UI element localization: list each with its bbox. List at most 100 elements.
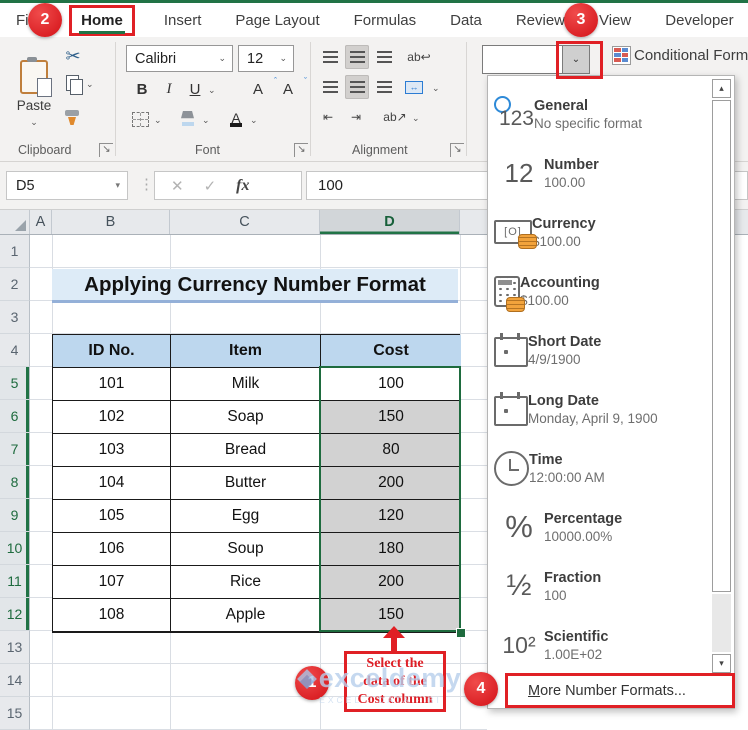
copy-button[interactable] [66,75,83,95]
format-option-short-date[interactable]: Short Date 4/9/1900 [494,321,692,379]
cell-B5[interactable]: 101 [53,368,171,401]
chevron-down-icon[interactable]: ⌄ [86,79,94,90]
merge-center-button[interactable]: ↔ [402,75,426,99]
select-all-button[interactable] [0,210,30,234]
fill-handle[interactable] [456,628,466,638]
cell-B10[interactable]: 106 [53,533,171,566]
row-header-5[interactable]: 5 [0,367,30,400]
cell-C12[interactable]: Apple [171,599,321,632]
cell-D8[interactable]: 200 [321,467,461,500]
row-header-11[interactable]: 11 [0,565,30,598]
cell-D11[interactable]: 200 [321,566,461,599]
cell-D10[interactable]: 180 [321,533,461,566]
table-header-item[interactable]: Item [171,335,321,368]
align-top-button[interactable] [318,45,342,69]
cell-B6[interactable]: 102 [53,401,171,434]
enter-button[interactable]: ✓ [204,177,217,195]
tab-page-layout[interactable]: Page Layout [233,8,321,33]
tab-data[interactable]: Data [448,8,484,33]
tab-insert[interactable]: Insert [162,8,204,33]
cell-C6[interactable]: Soap [171,401,321,434]
cell-B9[interactable]: 105 [53,500,171,533]
scrollbar-thumb[interactable] [712,100,731,592]
borders-button[interactable] [128,107,152,131]
format-option-number[interactable]: Number100.00 [494,144,692,202]
alignment-dialog-launcher[interactable]: ↘ [450,143,464,157]
table-header-cost[interactable]: Cost [321,335,461,368]
scroll-down-button[interactable]: ▾ [712,654,731,673]
chevron-down-icon[interactable]: ⌄ [202,115,210,126]
cell-C10[interactable]: Soup [171,533,321,566]
chevron-down-icon[interactable]: ⌄ [154,115,162,126]
cell-C8[interactable]: Butter [171,467,321,500]
row-header-3[interactable]: 3 [0,301,30,334]
name-box[interactable]: D5 ▾ [6,171,128,200]
cell-D9[interactable]: 120 [321,500,461,533]
align-left-button[interactable] [318,75,342,99]
row-header-10[interactable]: 10 [0,532,30,565]
column-header-a[interactable]: A [30,210,52,234]
row-header-1[interactable]: 1 [0,235,30,268]
cell-C9[interactable]: Egg [171,500,321,533]
cut-button[interactable]: ✂ [62,45,84,67]
cell-D5[interactable]: 100 [321,368,461,401]
number-format-combobox[interactable]: ⌄ [482,45,590,74]
format-option-time[interactable]: Time 12:00:00 AM [494,439,692,497]
cell-B12[interactable]: 108 [53,599,171,632]
align-bottom-button[interactable] [372,45,396,69]
row-header-6[interactable]: 6 [0,400,30,433]
chevron-down-icon[interactable]: ⌄ [412,113,420,124]
center-button[interactable] [345,75,369,99]
chevron-down-icon[interactable]: ⌄ [208,85,216,96]
cell-B8[interactable]: 104 [53,467,171,500]
paste-button[interactable]: Paste ⌄ [8,43,60,145]
format-option-scientific[interactable]: Scientific1.00E+02 [494,616,692,674]
row-header-8[interactable]: 8 [0,466,30,499]
bold-button[interactable]: B [130,77,154,101]
tab-developer[interactable]: Developer [663,8,735,33]
scroll-up-button[interactable]: ▴ [712,79,731,98]
tab-home[interactable]: Home [72,8,132,34]
row-header-7[interactable]: 7 [0,433,30,466]
scrollbar-track[interactable] [712,594,731,652]
row-header-2[interactable]: 2 [0,268,30,301]
cell-C11[interactable]: Rice [171,566,321,599]
format-option-long-date[interactable]: Long Date Monday, April 9, 1900 [494,380,692,438]
font-size-combobox[interactable]: 12 ⌄ [238,45,294,72]
fill-color-button[interactable] [176,107,200,131]
conditional-formatting-button[interactable]: Conditional Form [634,47,748,64]
column-header-c[interactable]: C [170,210,320,234]
shrink-font-button[interactable]: A ˇ [276,76,307,101]
column-header-b[interactable]: B [52,210,170,234]
format-painter-button[interactable] [64,109,80,127]
cell-C5[interactable]: Milk [171,368,321,401]
format-option-currency[interactable]: Currency$100.00 [494,203,692,261]
format-option-accounting[interactable]: Accounting $100.00 [494,262,692,320]
row-header-9[interactable]: 9 [0,499,30,532]
font-color-button[interactable]: A [224,107,248,131]
font-dialog-launcher[interactable]: ↘ [294,143,308,157]
number-format-dropdown-arrow[interactable]: ⌄ [562,46,589,73]
wrap-text-button[interactable]: ab↩ [404,45,434,69]
format-option-percentage[interactable]: Percentage10000.00% [494,498,692,556]
chevron-down-icon[interactable]: ⌄ [432,83,440,94]
orientation-button[interactable]: ab↗ [380,105,410,129]
font-name-combobox[interactable]: Calibri ⌄ [126,45,233,72]
row-header-4[interactable]: 4 [0,334,30,367]
grow-font-button[interactable]: A ˆ [246,76,277,101]
cell-D6[interactable]: 150 [321,401,461,434]
align-middle-button[interactable] [345,45,369,69]
clipboard-dialog-launcher[interactable]: ↘ [99,143,113,157]
cancel-button[interactable]: ✕ [171,177,184,195]
cell-B7[interactable]: 103 [53,434,171,467]
cell-B11[interactable]: 107 [53,566,171,599]
chevron-down-icon[interactable]: ⌄ [250,115,258,126]
tab-formulas[interactable]: Formulas [352,8,419,33]
row-header-14[interactable]: 14 [0,664,30,697]
italic-button[interactable]: I [157,77,181,101]
row-header-15[interactable]: 15 [0,697,30,730]
underline-button[interactable]: U [183,77,207,101]
more-number-formats-item[interactable]: More Number Formats... [492,675,730,707]
row-header-12[interactable]: 12 [0,598,30,631]
tab-view[interactable]: View [597,8,633,33]
